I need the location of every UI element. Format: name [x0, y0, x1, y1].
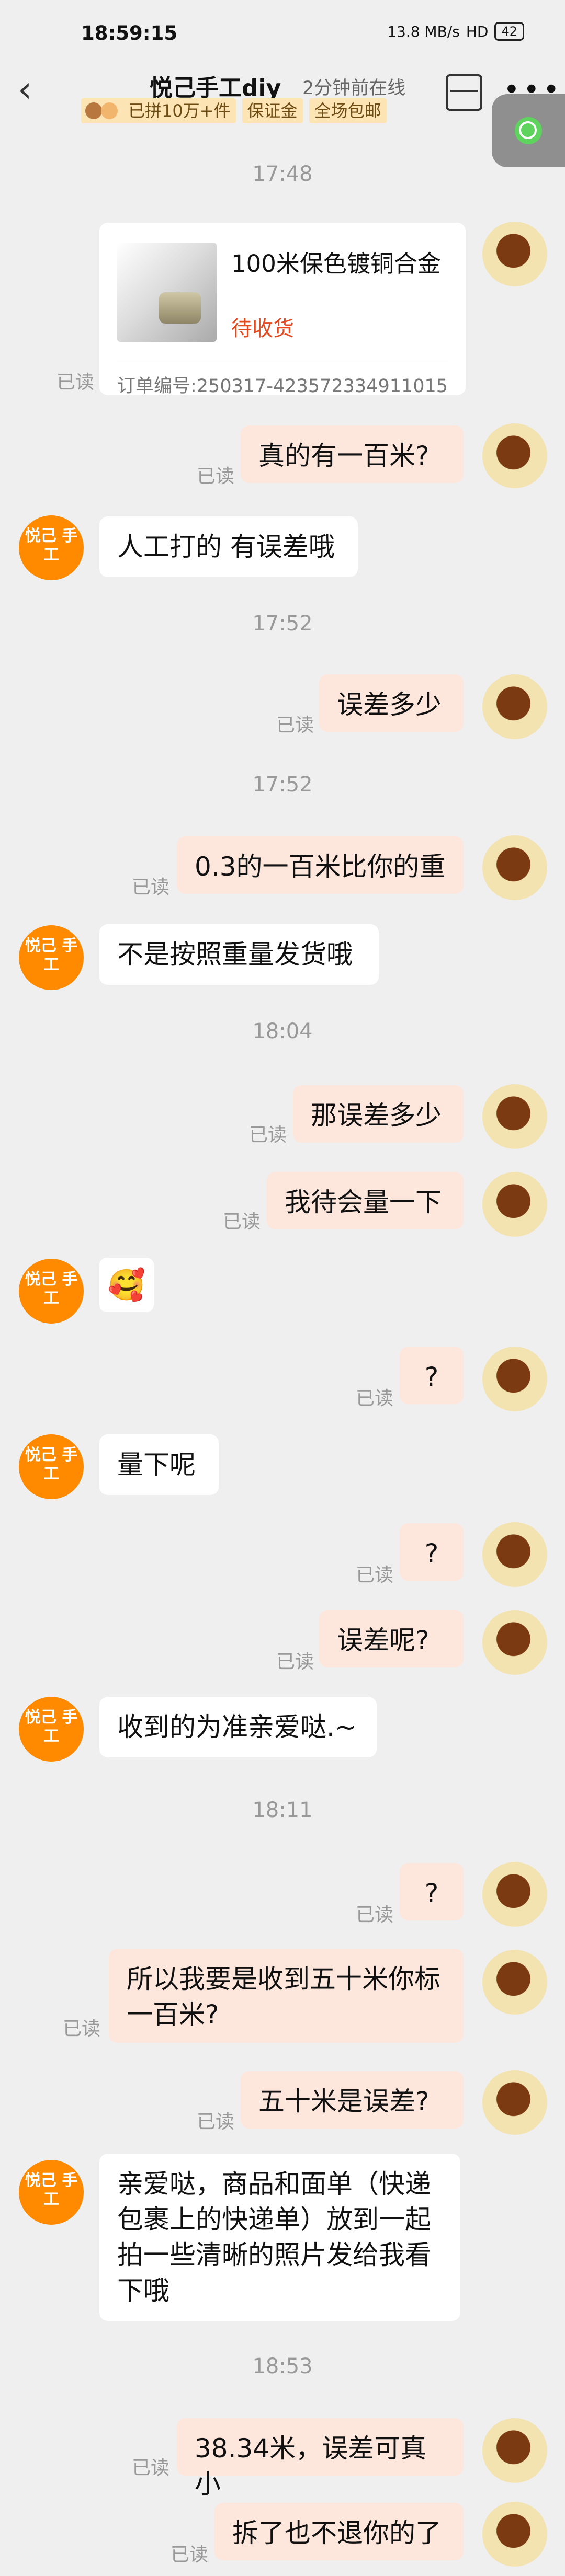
product-image	[117, 243, 217, 342]
back-button[interactable]: ‹	[18, 69, 44, 110]
message-bubble-right[interactable]: 误差多少	[319, 674, 464, 732]
user-avatar	[482, 1084, 547, 1149]
message-bubble-right[interactable]: 误差呢?	[319, 1610, 464, 1668]
message-bubble-right[interactable]: ?	[400, 1863, 464, 1920]
read-receipt: 已读	[249, 1124, 287, 1146]
read-receipt: 已读	[132, 2457, 170, 2479]
user-avatar	[482, 2418, 547, 2483]
read-receipt: 已读	[276, 1651, 314, 1673]
timestamp: 18:11	[252, 1798, 313, 1822]
free-shipping-badge: 全场包邮	[309, 98, 387, 123]
message-bubble-right[interactable]: ?	[400, 1523, 464, 1581]
user-avatar	[482, 835, 547, 900]
message-bubble-right[interactable]: 所以我要是收到五十米你标一百米?	[109, 1949, 464, 2043]
timestamp: 17:52	[252, 773, 313, 797]
network-speed: 13.8 MB/s	[387, 22, 460, 40]
message-bubble-right[interactable]: 0.3的一百米比你的重	[177, 836, 464, 894]
read-receipt: 已读	[356, 1904, 394, 1926]
signal-label: HD	[466, 22, 489, 40]
read-receipt: 已读	[56, 372, 95, 393]
read-receipt: 已读	[63, 2018, 101, 2040]
chat-header: ‹ 悦己手工diy 2分钟前在线 已拼10万+件 保证金 全场包邮 •••	[0, 63, 565, 131]
user-avatar	[482, 1862, 547, 1927]
shop-badges: 已拼10万+件 保证金 全场包邮	[81, 98, 387, 123]
read-receipt: 已读	[197, 466, 235, 487]
order-status: 待收货	[231, 317, 294, 341]
shop-avatar: 悦己 手工	[19, 925, 84, 990]
message-bubble-left[interactable]: 人工打的 有误差哦	[99, 516, 358, 577]
timestamp: 17:52	[252, 612, 313, 636]
timestamp: 18:04	[252, 1019, 313, 1043]
read-receipt: 已读	[356, 1388, 394, 1409]
message-bubble-left[interactable]: 量下呢	[99, 1434, 219, 1495]
read-receipt: 已读	[132, 877, 170, 898]
message-bubble-left[interactable]: 不是按照重量发货哦	[99, 924, 379, 985]
deposit-badge: 保证金	[242, 98, 303, 123]
user-avatar	[482, 1347, 547, 1411]
read-receipt: 已读	[223, 1211, 261, 1233]
message-bubble-right[interactable]: 那误差多少	[293, 1085, 464, 1143]
shop-avatar: 悦己 手工	[19, 515, 84, 580]
sales-badge: 已拼10万+件	[81, 98, 236, 123]
user-avatar	[482, 1610, 547, 1675]
status-icons: 13.8 MB/s HD 42	[387, 22, 524, 41]
user-avatar	[482, 2502, 547, 2567]
shop-avatar: 悦己 手工	[19, 2160, 84, 2225]
product-name: 100米保色镀铜合金	[231, 250, 441, 278]
timestamp: 17:48	[252, 162, 313, 186]
read-receipt: 已读	[171, 2544, 209, 2566]
message-bubble-right[interactable]: 拆了也不退你的了	[214, 2503, 464, 2560]
message-bubble-right[interactable]: 38.34米，误差可真小	[177, 2418, 464, 2499]
user-avatar	[482, 2070, 547, 2135]
store-icon[interactable]	[446, 74, 482, 111]
battery-indicator: 42	[494, 22, 524, 41]
order-number: 订单编号:250317-423572334911015	[117, 376, 448, 397]
shop-avatar: 悦己 手工	[19, 1697, 84, 1762]
status-bar: 18:59:15 13.8 MB/s HD 42	[0, 0, 565, 63]
message-bubble-right[interactable]: 真的有一百米?	[241, 426, 464, 483]
product-card[interactable]: 100米保色镀铜合金 待收货 订单编号:250317-4235723349110…	[99, 223, 466, 397]
status-time: 18:59:15	[81, 22, 178, 44]
message-bubble-left[interactable]: 亲爱哒，商品和面单（快递包裹上的快递单）放到一起拍一些清晰的照片发给我看下哦	[99, 2154, 460, 2321]
user-avatar	[482, 423, 547, 488]
user-avatar	[482, 1172, 547, 1237]
message-bubble-right[interactable]: 五十米是误差?	[241, 2071, 464, 2129]
online-status: 2分钟前在线	[302, 78, 406, 99]
user-avatar	[482, 1950, 547, 2015]
user-avatar	[482, 222, 547, 286]
emoji-sticker[interactable]: 🥰	[99, 1258, 154, 1312]
shop-title: 悦己手工diy	[150, 75, 281, 101]
user-avatar	[482, 1522, 547, 1587]
shop-avatar: 悦己 手工	[19, 1259, 84, 1324]
chat-area[interactable]: 17:48 100米保色镀铜合金 待收货 订单编号:250317-4235723…	[0, 131, 565, 2576]
timestamp: 18:53	[252, 2354, 313, 2378]
message-bubble-right[interactable]: ?	[400, 1347, 464, 1404]
user-avatar	[482, 674, 547, 739]
shop-avatar: 悦己 手工	[19, 1434, 84, 1499]
read-receipt: 已读	[276, 715, 314, 736]
message-bubble-right[interactable]: 我待会量一下	[267, 1172, 464, 1229]
message-bubble-left[interactable]: 收到的为准亲爱哒.~	[99, 1697, 377, 1757]
wire-coil-icon	[159, 292, 201, 324]
read-receipt: 已读	[356, 1565, 394, 1586]
read-receipt: 已读	[197, 2111, 235, 2133]
